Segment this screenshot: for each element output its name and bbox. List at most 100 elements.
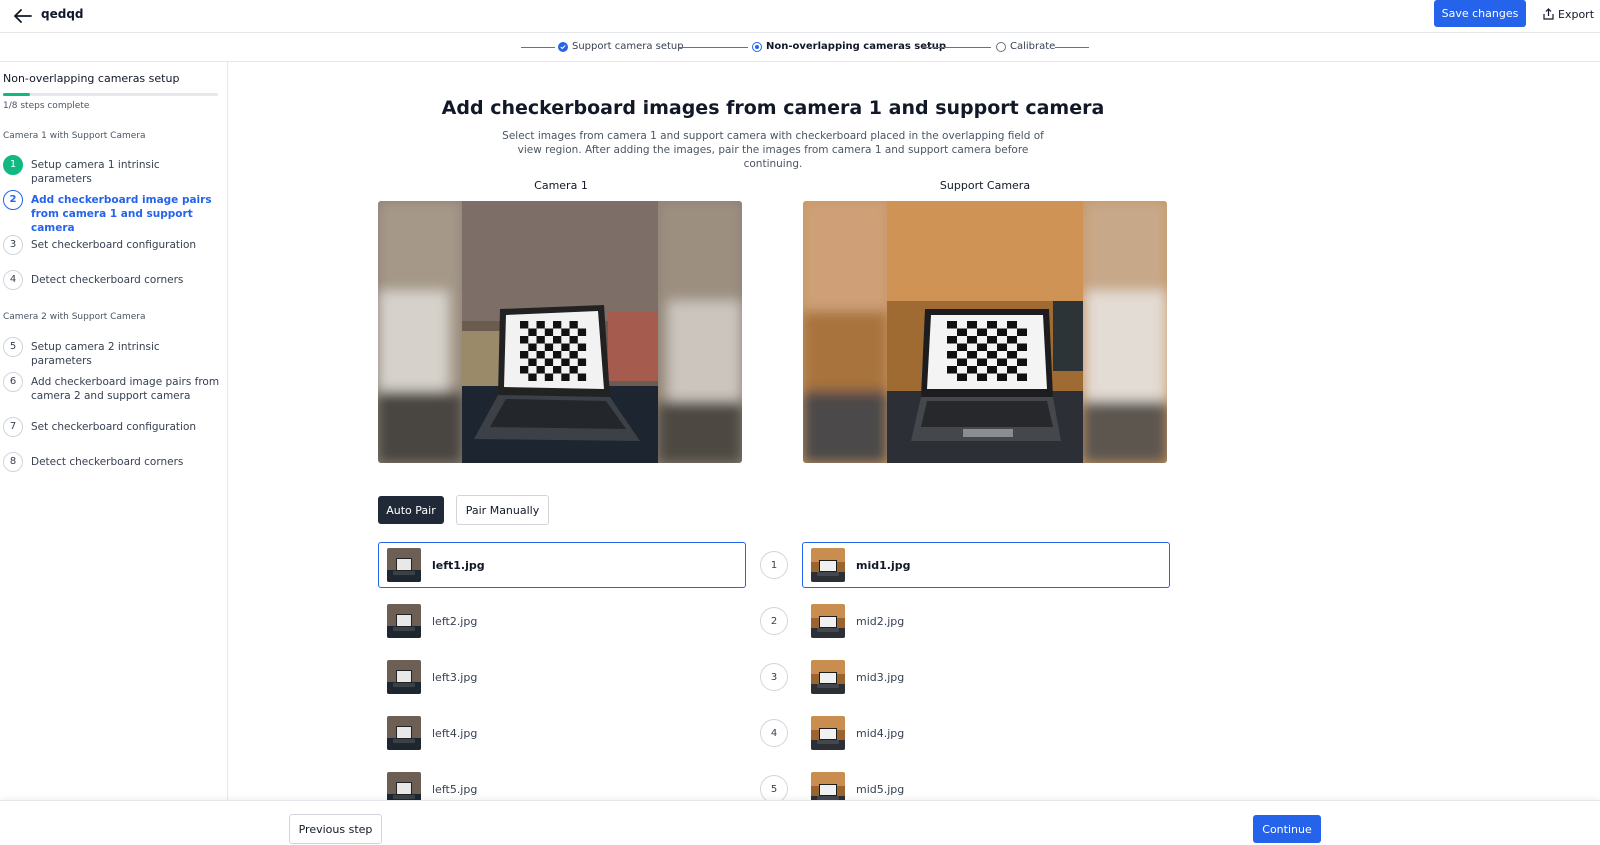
image-filename: left5.jpg (432, 782, 478, 796)
support-camera-image-item[interactable]: mid4.jpg (802, 710, 1170, 756)
camera-1-image-item[interactable]: left2.jpg (378, 598, 746, 644)
stepper-connector (1055, 47, 1089, 48)
checkerboard-square (561, 328, 570, 336)
camera-1-image-item[interactable]: left1.jpg (378, 542, 746, 588)
support-camera-preview-image (803, 201, 1167, 463)
checkerboard-square (997, 358, 1007, 366)
stepper-step-non-overlapping[interactable]: Non-overlapping cameras setup (752, 41, 946, 52)
stepper-step-support-camera-setup[interactable]: Support camera setup (558, 41, 684, 52)
checkerboard-square (957, 373, 967, 381)
checkerboard-square (1007, 351, 1017, 359)
image-filename: mid5.jpg (856, 782, 905, 796)
checkerboard-square (947, 336, 957, 344)
sidebar-step-7[interactable]: 7 Set checkerboard configuration (3, 417, 223, 437)
progress-stepper: Support camera setup Non-overlapping cam… (0, 33, 1600, 62)
sidebar-title: Non-overlapping cameras setup (3, 72, 180, 85)
checkerboard-square (528, 373, 537, 381)
checkerboard-square (553, 366, 562, 374)
continue-button[interactable]: Continue (1253, 815, 1321, 843)
image-filename: mid1.jpg (856, 558, 911, 572)
step-number-badge: 3 (3, 235, 23, 255)
export-button[interactable]: Export (1543, 4, 1594, 24)
checkerboard-square (528, 343, 537, 351)
step-number-badge: 1 (3, 155, 23, 175)
support-camera-image-item[interactable]: mid3.jpg (802, 654, 1170, 700)
image-thumbnail (811, 772, 845, 800)
image-thumbnail (811, 604, 845, 638)
checkerboard-square (997, 343, 1007, 351)
support-camera-image-item[interactable]: mid2.jpg (802, 598, 1170, 644)
image-thumbnail (387, 604, 421, 638)
support-camera-image-item[interactable]: mid1.jpg (802, 542, 1170, 588)
previous-step-button[interactable]: Previous step (289, 814, 382, 844)
sidebar-step-label: Add checkerboard image pairs from camera… (31, 194, 212, 234)
stepper-step-label: Non-overlapping cameras setup (766, 41, 947, 52)
checkerboard-square (1007, 336, 1017, 344)
sidebar-step-label: Setup camera 1 intrinsic parameters (31, 159, 160, 185)
sidebar-step-8[interactable]: 8 Detect checkerboard corners (3, 452, 223, 472)
stepper-connector (521, 47, 555, 48)
step-number-badge: 6 (3, 372, 23, 392)
checkerboard-square (967, 336, 977, 344)
stepper-step-label: Support camera setup (572, 41, 684, 52)
checkerboard-square (577, 343, 587, 351)
checkerboard-square (977, 328, 987, 336)
camera-1-image-item[interactable]: left3.jpg (378, 654, 746, 700)
stepper-connector (679, 47, 748, 48)
back-arrow-icon[interactable] (10, 4, 36, 28)
image-filename: mid2.jpg (856, 614, 905, 628)
progress-bar (3, 93, 218, 96)
checkerboard-square (1017, 373, 1027, 381)
checkerboard-square (520, 351, 529, 359)
checkerboard-square (553, 336, 562, 344)
checkerboard-square (544, 343, 554, 351)
checkerboard-square (536, 366, 545, 374)
checkerboard-square (577, 328, 587, 336)
stepper-step-label: Calibrate (1010, 41, 1056, 52)
sidebar-step-2[interactable]: 2 Add checkerboard image pairs from came… (3, 190, 223, 235)
checkerboard-square (967, 321, 977, 329)
pair-manually-button[interactable]: Pair Manually (456, 495, 549, 525)
checkerboard-square (569, 336, 578, 344)
stepper-step-calibrate[interactable]: Calibrate (996, 41, 1055, 52)
pair-number-badge: 4 (760, 719, 788, 747)
checkerboard-square (544, 328, 554, 336)
checkerboard-square (997, 328, 1007, 336)
sidebar-step-5[interactable]: 5 Setup camera 2 intrinsic parameters (3, 337, 223, 368)
checkerboard-square (1017, 358, 1027, 366)
page-title: Add checkerboard images from camera 1 an… (441, 97, 1105, 119)
auto-pair-button[interactable]: Auto Pair (378, 496, 444, 524)
checkerboard-square (577, 358, 587, 366)
camera-1-image-item[interactable]: left5.jpg (378, 766, 746, 800)
save-changes-button[interactable]: Save changes (1434, 0, 1526, 27)
footer: Previous step Continue (0, 800, 1600, 845)
image-thumbnail (387, 548, 421, 582)
camera-1-image-item[interactable]: left4.jpg (378, 710, 746, 756)
sidebar-step-label: Detect checkerboard corners (31, 456, 184, 468)
sidebar-step-6[interactable]: 6 Add checkerboard image pairs from came… (3, 372, 223, 403)
project-name: qedqd (41, 7, 84, 21)
checkerboard-square (967, 366, 977, 374)
checkerboard-square (987, 321, 997, 329)
pair-number-badge: 2 (760, 607, 788, 635)
sidebar-step-1[interactable]: 1 Setup camera 1 intrinsic parameters (3, 155, 223, 186)
checkerboard-square (947, 366, 957, 374)
sidebar-step-4[interactable]: 4 Detect checkerboard corners (3, 270, 223, 290)
checkerboard-square (544, 373, 554, 381)
step-number-badge: 7 (3, 417, 23, 437)
step-number-badge: 8 (3, 452, 23, 472)
export-label: Export (1558, 7, 1595, 21)
sidebar-step-3[interactable]: 3 Set checkerboard configuration (3, 235, 223, 255)
checkerboard-square (1017, 343, 1027, 351)
progress-bar-fill (3, 93, 30, 96)
step-number-badge: 5 (3, 337, 23, 357)
support-camera-image-item[interactable]: mid5.jpg (802, 766, 1170, 800)
pair-number-badge: 1 (760, 551, 788, 579)
checkerboard-square (569, 321, 578, 329)
checkerboard-square (947, 351, 957, 359)
image-thumbnail (387, 660, 421, 694)
checkerboard-square (957, 358, 967, 366)
step-number-badge: 2 (3, 190, 23, 210)
checkerboard-square (987, 351, 997, 359)
checkerboard-square (528, 358, 537, 366)
